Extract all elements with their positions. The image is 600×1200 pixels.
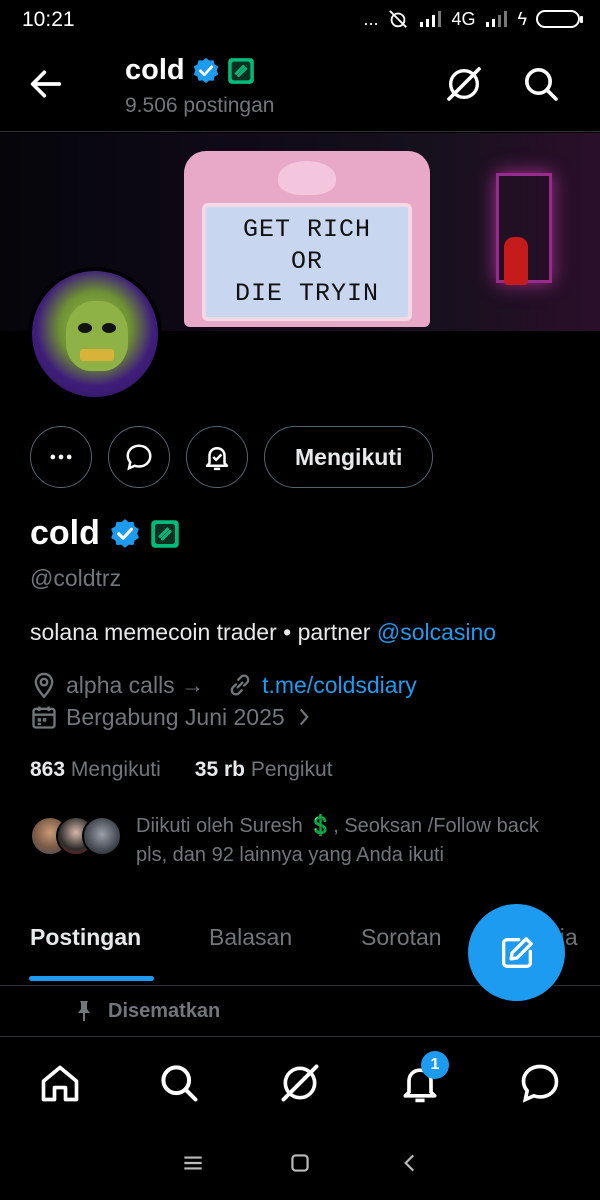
status-icons: ... 4G ϟ bbox=[363, 8, 583, 30]
calendar-icon bbox=[32, 706, 56, 729]
sign-board: GET RICH OR DIE TRYIN bbox=[202, 203, 412, 321]
profile-website-link[interactable]: t.me/coldsdiary bbox=[262, 672, 417, 699]
header-title-row: cold bbox=[125, 54, 255, 87]
network-type: 4G bbox=[451, 8, 476, 29]
search-icon[interactable] bbox=[521, 64, 561, 104]
followed-by-text: Diikuti oleh Suresh 💲, Seoksan /Follow b… bbox=[136, 815, 539, 866]
tab-replies[interactable]: Balasan bbox=[209, 924, 292, 951]
bio-mention-link[interactable]: @solcasino bbox=[377, 619, 496, 645]
message-icon bbox=[126, 444, 152, 471]
avatar-teeth bbox=[80, 349, 114, 361]
banner-marquee-sign: GET RICH OR DIE TRYIN bbox=[184, 151, 430, 327]
followers-stat[interactable]: 35 rb Pengikut bbox=[195, 758, 333, 782]
followers-count: 35 rb bbox=[194, 758, 245, 781]
message-button[interactable] bbox=[108, 426, 170, 488]
notification-badge: 1 bbox=[421, 1051, 449, 1079]
sign-line-1: GET RICH bbox=[242, 215, 372, 244]
link-icon bbox=[230, 674, 250, 696]
search-icon[interactable] bbox=[157, 1061, 201, 1105]
charging-icon: ϟ bbox=[517, 8, 527, 29]
profile-bio: solana memecoin trader • partner @solcas… bbox=[30, 619, 496, 646]
bottom-navigation bbox=[0, 1036, 600, 1128]
profile-handle: @coldtrz bbox=[30, 565, 122, 591]
affiliate-badge-icon bbox=[227, 57, 254, 84]
follower-avatar-3 bbox=[82, 816, 122, 856]
header-title: cold bbox=[125, 54, 185, 86]
followers-label: Pengikut bbox=[250, 758, 333, 781]
avatar-eye-left bbox=[78, 323, 92, 333]
location-icon bbox=[34, 672, 54, 699]
home-square-icon[interactable] bbox=[287, 1150, 313, 1176]
home-icon[interactable] bbox=[38, 1061, 82, 1105]
affiliate-badge-icon[interactable] bbox=[150, 519, 180, 549]
compose-button[interactable] bbox=[468, 904, 565, 1001]
chevron-right-icon[interactable] bbox=[293, 704, 315, 730]
sign-line-2: OR bbox=[290, 247, 323, 276]
tab-highlights[interactable]: Sorotan bbox=[361, 924, 442, 951]
bell-check-icon bbox=[205, 447, 229, 471]
battery-icon bbox=[536, 10, 583, 28]
arrow-left-icon[interactable] bbox=[26, 64, 66, 104]
sign-line-3: DIE TRYIN bbox=[234, 279, 380, 308]
message-icon[interactable] bbox=[518, 1061, 562, 1105]
system-navigation-bar bbox=[0, 1128, 600, 1200]
profile-location: alpha calls → bbox=[66, 671, 205, 698]
post-count: 9.506 postingan bbox=[125, 94, 275, 117]
notify-button[interactable] bbox=[186, 426, 248, 488]
pinned-label: Disematkan bbox=[108, 999, 221, 1022]
verified-icon bbox=[193, 57, 218, 83]
more-icon bbox=[50, 454, 72, 460]
avatar-eye-right bbox=[102, 323, 116, 333]
pin-icon bbox=[78, 1001, 90, 1021]
profile-stats: 863 Mengikuti 35 rb Pengikut bbox=[30, 758, 333, 782]
verified-icon[interactable] bbox=[108, 517, 142, 551]
grok-icon[interactable] bbox=[444, 64, 484, 104]
more-button[interactable] bbox=[30, 426, 92, 488]
profile-join-date[interactable]: Bergabung Juni 2025 bbox=[66, 704, 285, 731]
sign-crest bbox=[278, 161, 336, 195]
pinned-label-row: Disematkan bbox=[72, 998, 220, 1024]
profile-name-row: cold bbox=[30, 514, 180, 553]
menu-icon[interactable] bbox=[180, 1150, 206, 1176]
following-button[interactable]: Mengikuti bbox=[264, 426, 434, 488]
following-stat[interactable]: 863 Mengikuti bbox=[30, 758, 161, 782]
status-time: 10:21 bbox=[22, 8, 75, 31]
following-count: 863 bbox=[30, 758, 66, 781]
avatar-skull bbox=[66, 301, 128, 371]
alarm-off-icon bbox=[389, 10, 408, 28]
red-bottle bbox=[504, 237, 528, 285]
profile-actions: Mengikuti bbox=[30, 426, 434, 488]
profile-meta-row-1: alpha calls → t.me/coldsdiary bbox=[30, 671, 417, 699]
profile-meta-row-2: Bergabung Juni 2025 bbox=[30, 703, 315, 731]
compose-icon bbox=[501, 936, 533, 968]
tab-posts[interactable]: Postingan bbox=[30, 924, 141, 951]
bio-text: solana memecoin trader • partner bbox=[30, 619, 377, 645]
profile-name: cold bbox=[30, 514, 100, 552]
status-dots: ... bbox=[363, 8, 379, 29]
status-bar: 10:21 ... 4G ϟ bbox=[0, 0, 600, 40]
grok-icon[interactable] bbox=[278, 1061, 322, 1105]
followed-by-row[interactable]: Diikuti oleh Suresh 💲, Seoksan /Follow b… bbox=[30, 812, 570, 868]
signal-icon-2 bbox=[486, 11, 508, 27]
avatar[interactable] bbox=[28, 267, 162, 401]
following-label: Mengikuti bbox=[70, 758, 161, 781]
back-chevron-icon[interactable] bbox=[397, 1150, 423, 1176]
signal-icon bbox=[420, 11, 442, 27]
active-tab-indicator bbox=[29, 976, 154, 981]
profile-header-bar: cold 9.506 postingan bbox=[0, 40, 600, 132]
